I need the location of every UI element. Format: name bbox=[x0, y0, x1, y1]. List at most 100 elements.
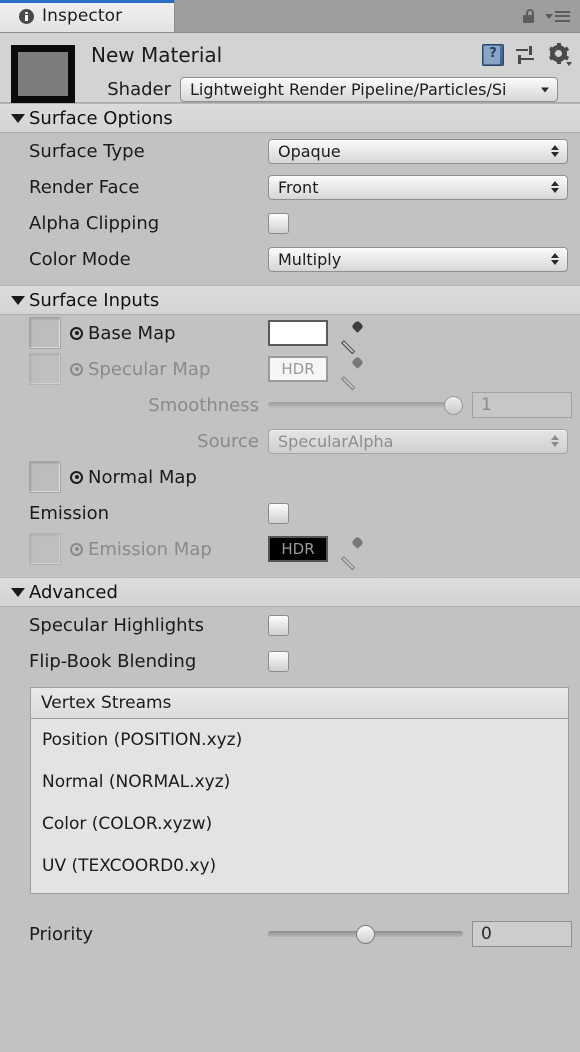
list-item[interactable]: Normal (NORMAL.xyz) bbox=[31, 761, 568, 803]
specular-map-texture-slot[interactable] bbox=[29, 353, 61, 385]
priority-value-field[interactable]: 0 bbox=[472, 921, 572, 947]
gear-icon[interactable] bbox=[548, 43, 572, 66]
vertex-streams-panel: Vertex Streams Position (POSITION.xyz) N… bbox=[30, 687, 569, 894]
section-header-surface-inputs[interactable]: Surface Inputs bbox=[0, 285, 580, 315]
row-normal-map: Normal Map bbox=[0, 459, 580, 495]
row-smoothness: Smoothness 1 bbox=[0, 387, 580, 423]
shader-dropdown[interactable]: Lightweight Render Pipeline/Particles/Si bbox=[180, 77, 558, 102]
surface-type-dropdown[interactable]: Opaque bbox=[268, 138, 568, 164]
shader-row: Shader Lightweight Render Pipeline/Parti… bbox=[0, 76, 580, 103]
label-base-map-col: Base Map bbox=[0, 317, 268, 349]
chevron-down-icon bbox=[541, 87, 549, 92]
lock-icon[interactable] bbox=[523, 9, 536, 23]
tab-bar: Inspector bbox=[0, 0, 580, 33]
material-header: New Material ? Shader Lightweight Render… bbox=[0, 33, 580, 103]
label-flip-book-blending-col: Flip-Book Blending bbox=[0, 651, 268, 672]
label-source-col: Source bbox=[0, 431, 268, 452]
normal-map-texture-slot[interactable] bbox=[29, 461, 61, 493]
label-specular-highlights-col: Specular Highlights bbox=[0, 615, 268, 636]
emission-map-texture-slot[interactable] bbox=[29, 533, 61, 565]
alpha-clipping-checkbox[interactable] bbox=[268, 212, 289, 234]
normal-map-target-icon[interactable] bbox=[70, 470, 83, 484]
foldout-triangle-icon bbox=[11, 587, 25, 597]
label-surface-type-col: Surface Type bbox=[0, 141, 268, 162]
tab-bar-controls bbox=[523, 0, 570, 32]
priority-slider[interactable] bbox=[268, 921, 463, 947]
section-title-surface-inputs: Surface Inputs bbox=[29, 289, 160, 311]
label-specular-highlights: Specular Highlights bbox=[29, 614, 205, 636]
label-specular-map: Specular Map bbox=[88, 358, 211, 380]
label-flip-book-blending: Flip-Book Blending bbox=[29, 650, 197, 672]
vertex-streams-list: Position (POSITION.xyz) Normal (NORMAL.x… bbox=[31, 719, 568, 893]
updown-arrows-icon bbox=[551, 145, 559, 157]
base-map-color-swatch[interactable] bbox=[268, 320, 328, 346]
shader-label: Shader bbox=[107, 79, 171, 100]
label-smoothness-col: Smoothness bbox=[0, 395, 268, 416]
row-base-map: Base Map bbox=[0, 315, 580, 355]
label-emission-map-col: Emission Map bbox=[0, 533, 268, 565]
specular-map-target-icon[interactable] bbox=[70, 362, 83, 376]
list-item[interactable]: UV (TEXCOORD0.xy) bbox=[31, 845, 568, 887]
row-flip-book-blending: Flip-Book Blending bbox=[0, 643, 580, 679]
label-normal-map: Normal Map bbox=[88, 466, 197, 488]
hamburger-menu-icon[interactable] bbox=[545, 10, 570, 22]
surface-type-value: Opaque bbox=[278, 141, 341, 161]
render-face-dropdown[interactable]: Front bbox=[268, 174, 568, 200]
label-color-mode: Color Mode bbox=[29, 248, 131, 270]
section-title-advanced: Advanced bbox=[29, 581, 118, 603]
label-emission: Emission bbox=[29, 502, 110, 524]
label-alpha-clipping-col: Alpha Clipping bbox=[0, 213, 268, 234]
list-item[interactable]: Position (POSITION.xyz) bbox=[31, 719, 568, 761]
color-mode-dropdown[interactable]: Multiply bbox=[268, 246, 568, 272]
row-render-face: Render Face Front bbox=[0, 169, 580, 205]
color-mode-value: Multiply bbox=[278, 249, 342, 269]
source-value: SpecularAlpha bbox=[278, 431, 394, 451]
preset-sliders-icon[interactable] bbox=[516, 45, 537, 66]
eyedropper-icon[interactable] bbox=[338, 536, 364, 571]
flip-book-blending-checkbox[interactable] bbox=[268, 650, 289, 672]
smoothness-value-field[interactable]: 1 bbox=[472, 392, 572, 418]
section-header-surface-options[interactable]: Surface Options bbox=[0, 103, 580, 133]
base-map-texture-slot[interactable] bbox=[29, 317, 61, 349]
label-priority: Priority bbox=[29, 923, 94, 945]
render-face-value: Front bbox=[278, 177, 319, 197]
label-render-face: Render Face bbox=[29, 176, 140, 198]
updown-arrows-icon bbox=[551, 181, 559, 193]
priority-slider-knob[interactable] bbox=[356, 924, 375, 944]
eyedropper-icon[interactable] bbox=[338, 356, 364, 391]
row-emission-map: Emission Map HDR bbox=[0, 531, 580, 571]
smoothness-slider-knob[interactable] bbox=[444, 395, 463, 415]
emission-checkbox[interactable] bbox=[268, 502, 289, 524]
base-map-target-icon[interactable] bbox=[70, 326, 83, 340]
help-book-icon[interactable]: ? bbox=[482, 44, 504, 66]
label-surface-type: Surface Type bbox=[29, 140, 145, 162]
smoothness-slider-track bbox=[268, 402, 463, 408]
specular-map-hdr-label: HDR bbox=[281, 360, 315, 378]
shader-dropdown-value: Lightweight Render Pipeline/Particles/Si bbox=[190, 80, 507, 99]
label-emission-map: Emission Map bbox=[88, 538, 212, 560]
label-source: Source bbox=[197, 430, 259, 452]
help-book-glyph: ? bbox=[489, 46, 497, 61]
emission-map-color-swatch[interactable]: HDR bbox=[268, 536, 328, 562]
tab-inspector[interactable]: Inspector bbox=[0, 0, 175, 32]
emission-map-target-icon[interactable] bbox=[70, 542, 83, 556]
specular-map-color-swatch[interactable]: HDR bbox=[268, 356, 328, 382]
vertex-streams-header: Vertex Streams bbox=[31, 688, 568, 719]
section-header-advanced[interactable]: Advanced bbox=[0, 577, 580, 607]
foldout-triangle-icon bbox=[11, 295, 25, 305]
eyedropper-icon[interactable] bbox=[338, 320, 364, 355]
label-alpha-clipping: Alpha Clipping bbox=[29, 212, 160, 234]
smoothness-slider[interactable] bbox=[268, 392, 463, 418]
tab-inspector-label: Inspector bbox=[42, 6, 123, 26]
inspector-window: Inspector New Material ? Shader Lightwei… bbox=[0, 0, 580, 1052]
foldout-triangle-icon bbox=[11, 113, 25, 123]
specular-highlights-checkbox[interactable] bbox=[268, 614, 289, 636]
row-alpha-clipping: Alpha Clipping bbox=[0, 205, 580, 241]
list-item[interactable]: Color (COLOR.xyzw) bbox=[31, 803, 568, 845]
updown-arrows-icon bbox=[551, 253, 559, 265]
row-source: Source SpecularAlpha bbox=[0, 423, 580, 459]
material-name: New Material bbox=[91, 43, 223, 67]
material-header-icons: ? bbox=[482, 43, 572, 66]
source-dropdown[interactable]: SpecularAlpha bbox=[268, 428, 568, 454]
label-priority-col: Priority bbox=[0, 924, 268, 945]
